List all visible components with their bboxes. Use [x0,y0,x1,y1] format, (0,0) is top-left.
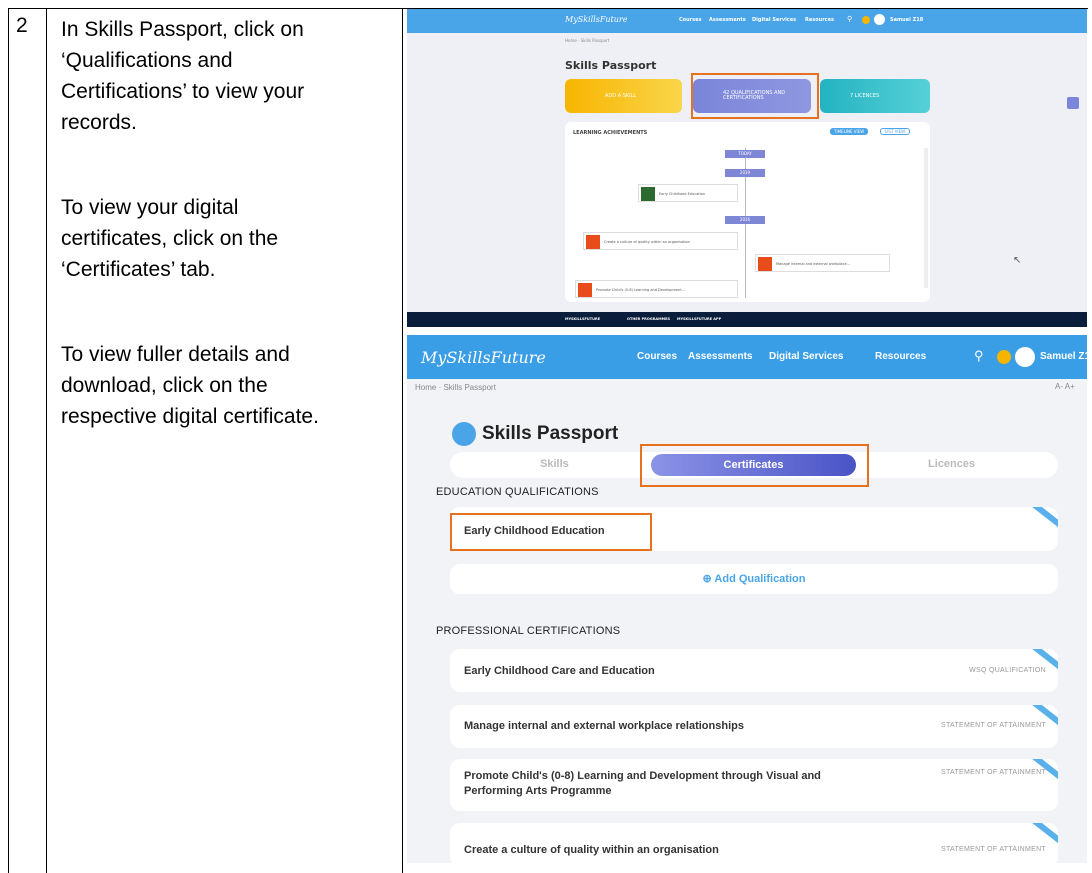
nav-courses[interactable]: Courses [679,17,701,23]
school-badge-icon [641,187,655,201]
learning-header: LEARNING ACHIEVEMENTS [573,130,648,136]
breadcrumb: Home · Skills Passport [415,383,496,392]
highlight-certificate [450,513,652,551]
cursor-icon: ↖ [1013,255,1022,266]
table-divider [46,8,47,873]
instruction-paragraph-2: To view your digital certificates, click… [61,196,279,281]
licences-card[interactable]: 7 LICENCES [820,79,930,113]
add-skill-card[interactable]: ADD A SKILL [565,79,682,113]
table-divider [402,8,403,873]
provider-badge-icon [586,235,600,249]
scrollbar[interactable] [924,148,928,288]
education-qualifications-header: EDUCATION QUALIFICATIONS [436,486,599,498]
skills-passport-overview-screenshot: MySkillsFuture Courses Assessments Digit… [407,9,1087,327]
timeline-view-button[interactable]: TIMELINE VIEW [830,128,869,135]
timeline-item[interactable]: Early Childhood Education [638,184,738,202]
certification-item[interactable]: Manage internal and external workplace r… [450,705,1058,748]
breadcrumb: Home · Skills Passport [565,38,610,43]
verified-ribbon-icon [1030,823,1058,845]
user-name[interactable]: Samuel Z18 [1040,351,1087,362]
tab-licences[interactable]: Licences [928,458,975,470]
nav-digital-services[interactable]: Digital Services [752,17,796,23]
year-label: TODAY [725,150,765,158]
search-icon[interactable]: ⚲ [974,348,984,364]
user-name[interactable]: Samuel Z18 [890,17,923,23]
highlight-certificates-tab [640,444,869,487]
myskillsfuture-logo[interactable]: MySkillsFuture [565,15,627,24]
timeline-item[interactable]: Promote Child's (0-8) Learning and Devel… [575,280,738,298]
provider-badge-icon [578,283,592,297]
tab-skills[interactable]: Skills [540,458,569,470]
nav-assessments[interactable]: Assessments [709,17,746,23]
nav-digital-services[interactable]: Digital Services [769,351,843,362]
step-number: 2 [16,14,28,37]
provider-badge-icon [758,257,772,271]
search-icon[interactable]: ⚲ [847,15,852,23]
skills-passport-icon [452,422,476,446]
verified-ribbon-icon [1030,759,1058,781]
notification-icon[interactable] [862,16,870,24]
nav-resources[interactable]: Resources [805,17,834,23]
nav-assessments[interactable]: Assessments [688,351,752,362]
avatar[interactable] [1015,347,1035,367]
timeline-item[interactable]: Manage internal and external workplace..… [755,254,890,272]
page-title: Skills Passport [565,59,657,72]
verified-ribbon-icon [1030,705,1058,727]
nav-courses[interactable]: Courses [637,351,677,362]
certification-item[interactable]: Promote Child's (0-8) Learning and Devel… [450,759,1058,811]
instruction-paragraph-1: In Skills Passport, click on ‘Qualificat… [61,18,305,134]
add-qualification-button[interactable]: ⊕ Add Qualification [450,564,1058,594]
certificates-tab-screenshot: MySkillsFuture Courses Assessments Digit… [407,335,1087,863]
highlight-qualifications [691,73,819,119]
nav-resources[interactable]: Resources [875,351,926,362]
instruction-paragraph-3: To view fuller details and download, cli… [61,343,319,428]
myskillsfuture-logo[interactable]: MySkillsFuture [421,348,546,367]
top-navbar: MySkillsFuture Courses Assessments Digit… [407,335,1087,379]
certification-item[interactable]: Early Childhood Care and Education WSQ Q… [450,649,1058,692]
footer: MYSKILLSFUTURE OTHER PROGRAMMES MYSKILLS… [407,312,1087,327]
avatar[interactable] [874,14,885,25]
plus-icon: ⊕ [702,573,715,585]
page-title: Skills Passport [482,423,619,444]
top-navbar: MySkillsFuture Courses Assessments Digit… [407,9,1087,33]
list-view-button[interactable]: LIST VIEW [880,128,911,135]
certification-item[interactable]: Create a culture of quality within an or… [450,823,1058,863]
font-size-controls[interactable]: A- A+ [1055,382,1075,391]
verified-ribbon-icon [1030,507,1058,529]
verified-ribbon-icon [1030,649,1058,671]
timeline-item[interactable]: Create a culture of quality within an or… [583,232,738,250]
year-label: 2019 [725,169,765,177]
professional-certifications-header: PROFESSIONAL CERTIFICATIONS [436,625,621,637]
learning-achievements-panel: LEARNING ACHIEVEMENTS TIMELINE VIEW LIST… [565,122,930,302]
side-widget[interactable] [1067,97,1079,109]
notification-bell-icon[interactable] [997,350,1011,364]
year-label: 2016 [725,216,765,224]
